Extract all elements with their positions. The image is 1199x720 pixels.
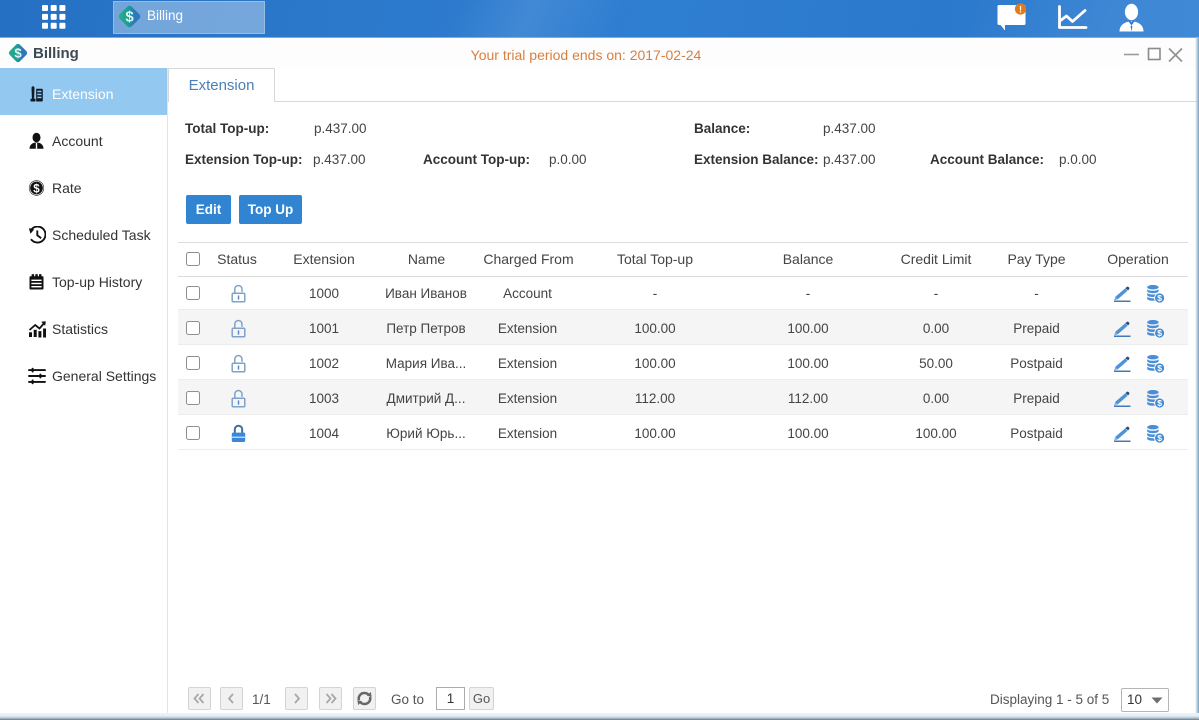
svg-text:$: $ bbox=[33, 183, 40, 195]
svg-text:$: $ bbox=[1157, 397, 1162, 407]
svg-text:$: $ bbox=[1157, 432, 1162, 442]
svg-text:$: $ bbox=[1157, 327, 1162, 337]
svg-text:!: ! bbox=[1019, 4, 1022, 14]
svg-text:$: $ bbox=[1157, 292, 1162, 302]
svg-text:$: $ bbox=[1157, 362, 1162, 372]
svg-text:$: $ bbox=[125, 9, 134, 26]
